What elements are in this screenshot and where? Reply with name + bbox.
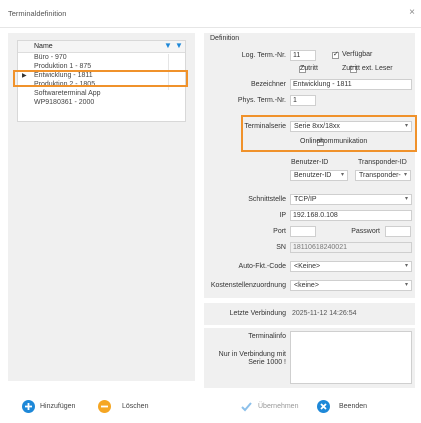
delete-label: Löschen (122, 403, 149, 410)
chevron-down-icon: ▾ (403, 172, 407, 178)
close-icon (317, 400, 330, 413)
window-title: Terminaldefinition (8, 9, 67, 18)
kostenstellen-select[interactable]: <keine> ▾ (290, 280, 412, 291)
terminalinfo-label: Terminalinfo (248, 333, 286, 340)
chevron-down-icon: ▾ (404, 282, 408, 288)
auto-fkt-value: <Keine> (294, 263, 321, 270)
terminalinfo-textarea[interactable] (290, 331, 412, 384)
bezeichner-label: Bezeichner (250, 81, 286, 88)
zutritt-ext-label: Zutritt ext. Leser (342, 65, 393, 72)
passwort-input[interactable] (385, 226, 411, 237)
close-icon[interactable]: × (409, 7, 415, 18)
apply-label: Übernehmen (258, 403, 299, 410)
chevron-down-icon: ▾ (404, 263, 408, 269)
port-input[interactable] (290, 226, 316, 237)
schnittstelle-value: TCP/IP (294, 196, 317, 203)
verfuegbar-checkbox[interactable] (332, 50, 339, 59)
transponder-id-value: Transponder- (359, 172, 401, 179)
schnittstelle-select[interactable]: TCP/IP ▾ (290, 194, 412, 205)
transponder-id-header: Transponder-ID (358, 159, 407, 166)
selected-row-highlight (13, 70, 188, 87)
verfuegbar-label: Verfügbar (342, 51, 373, 58)
title-bar: Terminaldefinition × (0, 0, 421, 28)
row-label: Produktion 1 - 875 (34, 63, 92, 70)
definition-section-label: Definition (210, 35, 240, 42)
auto-fkt-select[interactable]: <Keine> ▾ (290, 261, 412, 272)
add-label: Hinzufügen (40, 403, 76, 410)
exit-label: Beenden (339, 403, 368, 410)
port-label: Port (273, 228, 286, 235)
chevron-down-icon: ▾ (340, 172, 344, 178)
grid-header: Name ▼ ▼ (18, 41, 185, 53)
column-divider (168, 54, 169, 63)
table-row[interactable]: WP9180361 - 2000 (18, 99, 185, 108)
phys-term-nr-label: Phys. Term.-Nr. (237, 97, 286, 104)
benutzer-id-value: Benutzer-ID (294, 172, 332, 179)
exit-button[interactable]: Beenden (317, 399, 377, 415)
filter-icon[interactable]: ▼ (164, 41, 172, 50)
delete-button[interactable]: Löschen (98, 399, 158, 415)
filter-icon[interactable]: ▼ (175, 41, 183, 50)
zutritt-label: Zutritt (300, 65, 318, 72)
plus-icon (22, 400, 35, 413)
phys-term-nr-input[interactable]: 1 (290, 95, 316, 106)
row-label: Büro - 970 (34, 54, 67, 61)
sn-label: SN (276, 244, 286, 251)
sn-field: 18110618240021 (290, 242, 412, 253)
apply-button[interactable]: Übernehmen (240, 399, 302, 415)
table-row[interactable]: Büro - 970 (18, 54, 185, 63)
terminalserie-highlight (241, 115, 417, 152)
chevron-down-icon: ▾ (404, 196, 408, 202)
kostenstellen-value: <keine> (294, 282, 319, 289)
log-term-nr-input[interactable]: 11 (290, 50, 316, 61)
log-term-nr-label: Log. Term.-Nr. (241, 52, 286, 59)
ip-input[interactable]: 192.168.0.108 (290, 210, 412, 221)
row-label: WP9180361 - 2000 (34, 99, 95, 106)
ip-label: IP (279, 212, 286, 219)
transponder-id-select[interactable]: Transponder- ▾ (355, 170, 411, 181)
kostenstellen-label: Kostenstellenzuordnung (210, 282, 286, 289)
terminalinfo-note: Nur in Verbindung mit Serie 1000 ! (218, 351, 286, 366)
column-header-name[interactable]: Name (34, 43, 53, 50)
letzte-verbindung-value: 2025-11-12 14:26:54 (292, 310, 357, 317)
auto-fkt-label: Auto-Fkt.-Code (238, 263, 286, 270)
minus-icon (98, 400, 111, 413)
benutzer-id-select[interactable]: Benutzer-ID ▾ (290, 170, 348, 181)
table-row[interactable]: Softwareterminal App (18, 90, 185, 99)
checkmark-icon (240, 400, 253, 413)
row-label: Softwareterminal App (34, 90, 101, 97)
bezeichner-input[interactable]: Entwicklung - 1811 (290, 79, 412, 90)
add-button[interactable]: Hinzufügen (22, 399, 82, 415)
letzte-verbindung-label: Letzte Verbindung (229, 310, 286, 317)
passwort-label: Passwort (351, 228, 380, 235)
benutzer-id-header: Benutzer-ID (291, 159, 329, 166)
schnittstelle-label: Schnittstelle (248, 196, 286, 203)
